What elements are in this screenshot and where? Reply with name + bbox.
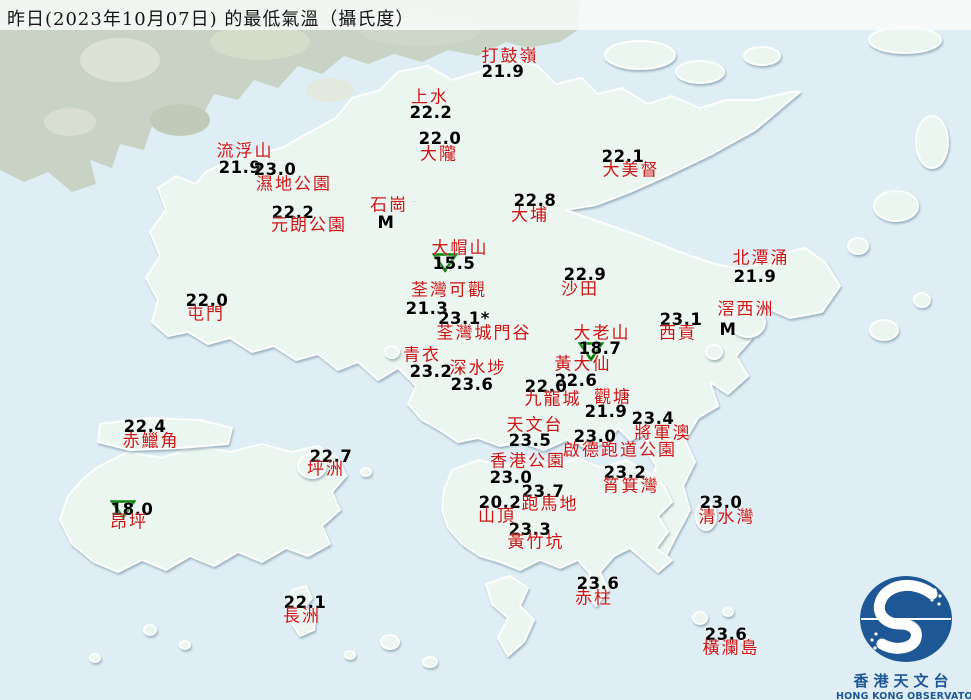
station-name-kowloon-city: 九龍城 bbox=[524, 389, 582, 410]
station-name-ta-kwu-ling: 打鼓嶺 bbox=[481, 46, 539, 67]
station-temperature-pak-tam-chung: 21.9 bbox=[733, 266, 777, 286]
station-name-stanley: 赤柱 bbox=[575, 588, 613, 609]
station-name-tai-po: 大埔 bbox=[511, 205, 549, 226]
station-name-tai-lung: 大隴 bbox=[420, 144, 458, 165]
station-name-yuen-long-park: 元朗公園 bbox=[271, 215, 347, 236]
station-name-tai-mo-shan: 大帽山 bbox=[431, 238, 489, 259]
station-temperature-tsing-yi: 23.2 bbox=[409, 361, 453, 381]
station-name-happy-valley: 跑馬地 bbox=[521, 494, 579, 515]
station-name-wetland-park: 濕地公園 bbox=[256, 174, 332, 195]
station-name-wong-chuk-hang: 黃竹坑 bbox=[507, 532, 565, 553]
hko-logo: 香港天文台 HONG KONG OBSERVATORY bbox=[836, 572, 971, 700]
station-name-wong-tai-sin: 黃大仙 bbox=[554, 354, 612, 375]
station-temperature-sham-shui-po: 23.6 bbox=[450, 374, 494, 394]
station-name-tuen-mun: 屯門 bbox=[187, 304, 225, 325]
station-temperature-shek-kong: M bbox=[377, 212, 395, 232]
station-name-tsuen-wan-shing-mun-valley: 荃灣城門谷 bbox=[436, 323, 532, 344]
station-name-sheung-shui: 上水 bbox=[411, 87, 449, 108]
station-name-ngong-ping: 昂坪 bbox=[110, 512, 148, 533]
station-name-hong-kong-park: 香港公園 bbox=[490, 451, 566, 472]
station-name-sha-tin: 沙田 bbox=[561, 279, 599, 300]
station-name-kwun-tong: 觀塘 bbox=[594, 387, 632, 408]
station-name-kau-sai-chau: 滘西洲 bbox=[717, 299, 775, 320]
station-name-shau-kei-wan: 筲箕灣 bbox=[602, 476, 660, 497]
hko-logo-icon bbox=[860, 576, 952, 662]
station-name-kai-tak-runway-park: 啟德跑道公園 bbox=[563, 440, 677, 461]
station-name-waglan-island: 橫瀾島 bbox=[702, 638, 760, 659]
station-name-sham-shui-po: 深水埗 bbox=[449, 358, 507, 379]
hko-logo-chinese: 香港天文台 bbox=[853, 672, 954, 690]
station-name-tsing-yi: 青衣 bbox=[403, 345, 441, 366]
station-name-shek-kong: 石崗 bbox=[370, 195, 408, 216]
station-name-chek-lap-kok: 赤鱲角 bbox=[122, 431, 180, 452]
station-name-peng-chau: 坪洲 bbox=[307, 459, 345, 480]
station-name-tsuen-wan-ho-koon: 荃灣可觀 bbox=[411, 280, 487, 301]
hko-logo-english: HONG KONG OBSERVATORY bbox=[836, 691, 971, 700]
station-name-pak-tam-chung: 北潭涌 bbox=[732, 248, 790, 269]
station-name-tate's-cairn: 大老山 bbox=[573, 323, 631, 344]
station-name-tai-mei-tuk: 大美督 bbox=[602, 160, 660, 181]
station-name-lau-fau-shan: 流浮山 bbox=[216, 141, 274, 162]
hko-min-temp-map-page: 昨日(2023年10月07日) 的最低氣溫（攝氏度） 21.9 打鼓嶺 22.2 上水… bbox=[0, 0, 971, 700]
map-title: 昨日(2023年10月07日) 的最低氣溫（攝氏度） bbox=[7, 9, 415, 30]
station-temperature-kau-sai-chau: M bbox=[719, 319, 737, 339]
station-name-cheung-chau: 長洲 bbox=[283, 606, 321, 627]
station-name-clear-water-bay: 清水灣 bbox=[698, 507, 756, 528]
station-name-sai-kung: 西貢 bbox=[659, 323, 697, 344]
station-name-observatory: 天文台 bbox=[506, 415, 564, 436]
hong-kong-map bbox=[0, 0, 949, 668]
